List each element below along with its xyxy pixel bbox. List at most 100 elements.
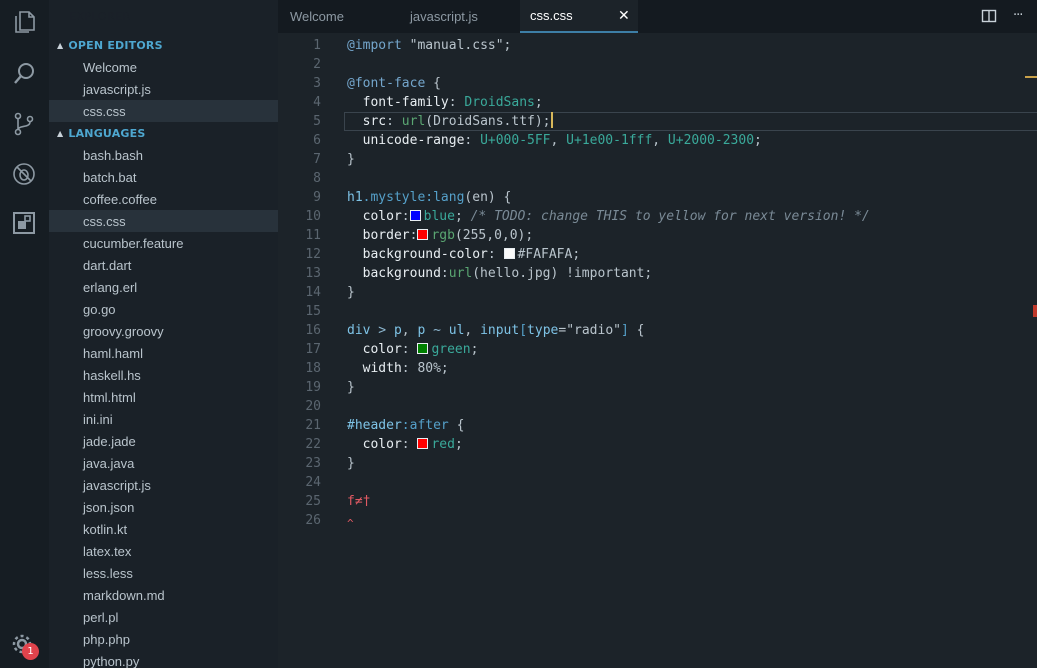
code-line[interactable]: 20 (278, 397, 1037, 416)
debug-icon[interactable] (10, 160, 38, 188)
source-control-icon[interactable] (10, 110, 38, 138)
open-editors-header[interactable]: ▲ OPEN EDITORS (49, 34, 278, 56)
code-token: type (527, 323, 559, 338)
code-editor[interactable]: 1 @import "manual.css"; 2 3 @font-face {4 fo… (278, 33, 1037, 668)
split-editor-icon[interactable] (981, 8, 997, 28)
code-line[interactable]: 4 font-family: DroidSans; (278, 93, 1037, 112)
sidebar-file-item[interactable]: go.go (49, 298, 278, 320)
code-token: : (440, 266, 449, 281)
sidebar-file-item[interactable]: json.json (49, 496, 278, 518)
notification-badge: 1 (22, 643, 39, 660)
sidebar-file-item[interactable]: php.php (49, 628, 278, 650)
code-line[interactable]: 18 width: 80%; (278, 359, 1037, 378)
color-swatch[interactable] (409, 210, 421, 221)
code-line[interactable]: 7} (278, 150, 1037, 169)
code-line[interactable]: 21 #header:after { (278, 416, 1037, 435)
code-token: ; (454, 209, 471, 224)
search-icon[interactable] (10, 60, 38, 88)
sidebar-file-item[interactable]: cucumber.feature (49, 232, 278, 254)
sidebar-file-item[interactable]: Welcome (49, 56, 278, 78)
tab-bar: Welcome javascript.js css.css ✕ ··· (278, 0, 1037, 33)
sidebar-file-item[interactable]: html.html (49, 386, 278, 408)
sidebar-file-item[interactable]: markdown.md (49, 584, 278, 606)
code-line[interactable]: 22 color: red; (278, 435, 1037, 454)
line-number: 3 (313, 76, 321, 91)
files-icon[interactable] (10, 8, 38, 36)
code-text: f≠† (347, 492, 370, 511)
sidebar-file-item[interactable]: groovy.groovy (49, 320, 278, 342)
sidebar-file-item[interactable]: dart.dart (49, 254, 278, 276)
code-line[interactable]: 23} (278, 454, 1037, 473)
code-token: "radio" (566, 323, 621, 338)
line-number: 21 (305, 418, 321, 433)
sidebar-file-item[interactable]: coffee.coffee (49, 188, 278, 210)
code-line[interactable]: 8 (278, 169, 1037, 188)
code-token: blue (423, 209, 455, 224)
code-token: #FAFAFA; (517, 247, 581, 262)
code-line[interactable]: 11 border: rgb(255,0,0); (278, 226, 1037, 245)
code-text: src: url(DroidSans.ttf); (347, 112, 553, 131)
sidebar-file-item[interactable]: batch.bat (49, 166, 278, 188)
sidebar-file-item[interactable]: haml.haml (49, 342, 278, 364)
code-token: { (448, 418, 465, 433)
color-swatch[interactable] (417, 438, 429, 449)
code-line[interactable]: 25 f≠† (278, 492, 1037, 511)
code-line[interactable]: 2 (278, 55, 1037, 74)
sidebar-file-item[interactable]: bash.bash (49, 144, 278, 166)
sidebar-file-item[interactable]: jade.jade (49, 430, 278, 452)
code-line[interactable]: 13 background:url(hello.jpg) !important; (278, 264, 1037, 283)
extensions-icon[interactable] (10, 209, 38, 237)
sidebar-file-item[interactable]: python.py (49, 650, 278, 668)
tab-css[interactable]: css.css ✕ (520, 0, 638, 33)
sidebar-file-item[interactable]: css.css (49, 210, 278, 232)
sidebar-file-item[interactable]: ini.ini (49, 408, 278, 430)
sidebar-file-item[interactable]: erlang.erl (49, 276, 278, 298)
code-line[interactable]: 24 (278, 473, 1037, 492)
line-number: 14 (305, 285, 321, 300)
code-line[interactable]: 10 color: blue; /* TODO: change THIS to y… (278, 207, 1037, 226)
color-swatch[interactable] (417, 343, 429, 354)
sidebar-file-item[interactable]: javascript.js (49, 474, 278, 496)
text-cursor (550, 112, 553, 128)
code-line[interactable]: 9 h1.mystyle:lang(en) { (278, 188, 1037, 207)
sidebar-file-item[interactable]: less.less (49, 562, 278, 584)
code-token: @font-face (347, 76, 426, 91)
code-token: div (347, 323, 371, 338)
sidebar-file-item[interactable]: haskell.hs (49, 364, 278, 386)
code-line[interactable]: 6 unicode-range: U+000-5FF, U+1e00-1fff,… (278, 131, 1037, 150)
sidebar-file-item[interactable]: javascript.js (49, 78, 278, 100)
sidebar-file-item[interactable]: latex.tex (49, 540, 278, 562)
code-token: : (401, 209, 410, 224)
code-token: ; (534, 95, 543, 110)
more-actions-icon[interactable]: ··· (1013, 8, 1023, 23)
tab-welcome[interactable]: Welcome (278, 0, 388, 33)
sidebar-file-item[interactable]: kotlin.kt (49, 518, 278, 540)
open-editors-label: OPEN EDITORS (68, 38, 163, 52)
code-line[interactable]: 15 (278, 302, 1037, 321)
code-line[interactable]: 3 @font-face { (278, 74, 1037, 93)
code-text: h1.mystyle:lang(en) { (347, 188, 511, 207)
code-token: font-family (347, 95, 449, 110)
code-line[interactable]: 17 color: green; (278, 340, 1037, 359)
code-token: , (464, 323, 481, 338)
code-line[interactable]: 14} (278, 283, 1037, 302)
code-text: } (347, 283, 355, 302)
close-icon[interactable]: ✕ (618, 7, 630, 24)
code-line[interactable]: 12 background-color: #FAFAFA; (278, 245, 1037, 264)
code-line[interactable]: 19} (278, 378, 1037, 397)
tab-javascript[interactable]: javascript.js (388, 0, 520, 33)
color-swatch[interactable] (503, 248, 515, 259)
code-token: U+000-5FF (480, 133, 551, 148)
code-token: (255,0,0); (454, 228, 534, 243)
sidebar-file-item[interactable]: css.css (49, 100, 278, 122)
code-line[interactable]: 1 @import "manual.css"; (278, 36, 1037, 55)
code-line[interactable]: 16 div > p, p ~ ul, input[type="radio"] { (278, 321, 1037, 340)
languages-header[interactable]: ▲ LANGUAGES (49, 122, 278, 144)
code-line[interactable]: 5 src: url(DroidSans.ttf); (278, 112, 1037, 131)
code-token: rgb (431, 228, 455, 243)
sidebar-file-item[interactable]: java.java (49, 452, 278, 474)
sidebar-file-item[interactable]: perl.pl (49, 606, 278, 628)
code-text: color: red; (347, 435, 463, 454)
collapse-triangle-icon: ▲ (57, 128, 64, 138)
color-swatch[interactable] (417, 229, 429, 240)
